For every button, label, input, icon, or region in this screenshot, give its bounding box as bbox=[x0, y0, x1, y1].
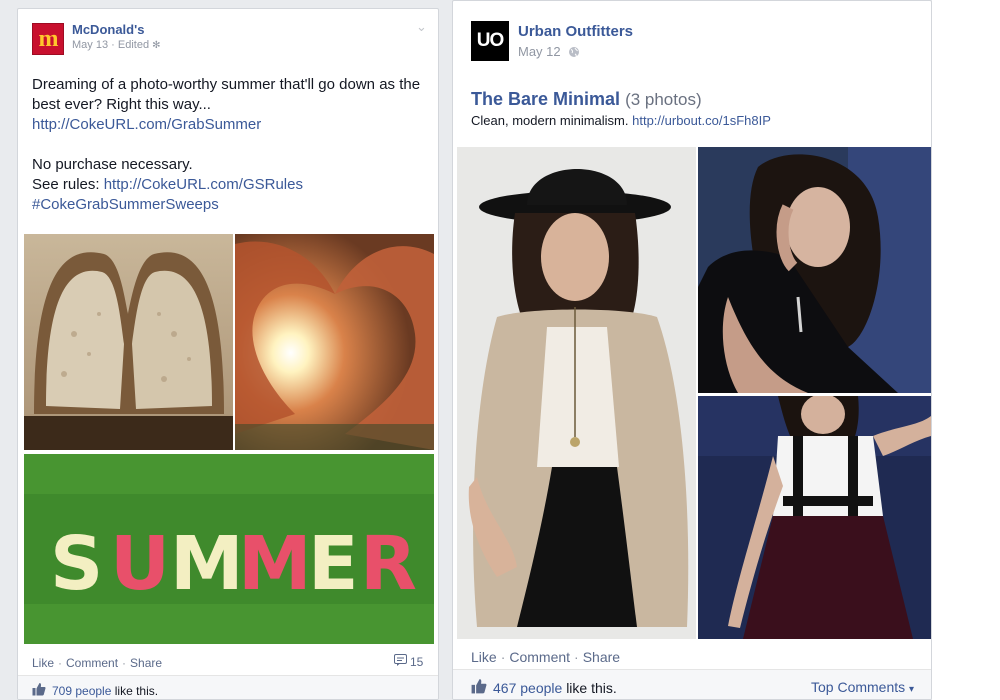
rules-link[interactable]: http://CokeURL.com/GSRules bbox=[104, 176, 303, 193]
avatar-logo: m bbox=[38, 26, 59, 52]
rules-label: See rules: bbox=[32, 176, 100, 193]
author-name[interactable]: Urban Outfitters bbox=[518, 23, 633, 40]
chevron-down-icon[interactable]: ⌄ bbox=[416, 19, 427, 35]
avatar-logo: UO bbox=[476, 30, 504, 51]
post-text-line: Dreaming of a photo-worthy summer that'l… bbox=[32, 76, 421, 113]
flower-letter-e: E bbox=[308, 521, 359, 607]
edited-label[interactable]: Edited bbox=[118, 39, 149, 51]
comment-count-value: 15 bbox=[410, 654, 424, 669]
flower-letter-m1: M bbox=[170, 521, 244, 607]
photo-dress-model[interactable] bbox=[698, 396, 931, 639]
album-title: The Bare Minimal (3 photos) bbox=[471, 89, 702, 110]
post-text: Dreaming of a photo-worthy summer that'l… bbox=[32, 75, 432, 215]
share-link[interactable]: Share bbox=[583, 649, 620, 665]
album-description-link[interactable]: http://urbout.co/1sFh8IP bbox=[632, 113, 771, 128]
thumbs-up-icon bbox=[32, 682, 46, 699]
action-separator: · bbox=[500, 649, 506, 665]
flower-letter-r: R bbox=[360, 521, 417, 607]
post-date[interactable]: May 12 bbox=[518, 44, 561, 59]
likes-bar: 709 people like this. bbox=[18, 675, 438, 699]
flower-letter-s: S bbox=[50, 521, 103, 607]
post-meta: May 13 · Edited ✻ bbox=[72, 39, 161, 51]
likes-suffix: like this. bbox=[114, 683, 159, 698]
likes-count[interactable]: 709 people bbox=[52, 684, 111, 698]
action-separator: · bbox=[574, 649, 579, 665]
avatar[interactable]: UO bbox=[471, 21, 509, 61]
feed-post-urban-outfitters: UO Urban Outfitters May 12 The Bare Mini… bbox=[452, 0, 932, 700]
share-link[interactable]: Share bbox=[130, 656, 162, 670]
album-description: Clean, modern minimalism. http://urbout.… bbox=[471, 113, 771, 128]
action-separator: · bbox=[122, 656, 127, 670]
flower-letter-u: U bbox=[110, 521, 170, 607]
likes-count[interactable]: 467 people bbox=[493, 680, 562, 696]
album-description-text: Clean, modern minimalism. bbox=[471, 113, 629, 128]
top-comments-dropdown[interactable]: Top Comments ▾ bbox=[811, 679, 914, 695]
likes-bar: 467 people like this. Top Comments ▾ bbox=[453, 669, 931, 699]
right-gutter bbox=[932, 0, 1000, 700]
comment-link[interactable]: Comment bbox=[66, 656, 118, 670]
post-text-line: No purchase necessary. bbox=[32, 156, 193, 173]
avatar[interactable]: m bbox=[32, 23, 64, 55]
post-meta: May 12 bbox=[518, 44, 580, 61]
likes-suffix: like this. bbox=[566, 679, 617, 696]
post-actions: Like · Comment · Share bbox=[471, 649, 620, 665]
action-separator: · bbox=[58, 656, 63, 670]
album-photo-count: (3 photos) bbox=[625, 90, 702, 109]
post-actions: Like · Comment · Share bbox=[32, 656, 162, 670]
post-link[interactable]: http://CokeURL.com/GrabSummer bbox=[32, 116, 261, 133]
hashtag-link[interactable]: #CokeGrabSummerSweeps bbox=[32, 196, 219, 213]
album-title-link[interactable]: The Bare Minimal bbox=[471, 89, 620, 109]
photo-sand-m[interactable] bbox=[24, 234, 233, 450]
post-date[interactable]: May 13 bbox=[72, 39, 108, 51]
like-link[interactable]: Like bbox=[471, 649, 497, 665]
photo-hat-model[interactable] bbox=[457, 147, 696, 639]
top-comments-label: Top Comments bbox=[811, 679, 906, 695]
flower-letter-m2: M bbox=[238, 521, 312, 607]
likes-summary: 709 people like this. bbox=[32, 682, 158, 699]
photo-summer-flowers[interactable]: S U M M E R bbox=[24, 454, 434, 644]
likes-summary: 467 people like this. bbox=[471, 678, 617, 697]
comment-link[interactable]: Comment bbox=[509, 649, 570, 665]
photo-dark-hair-model[interactable] bbox=[698, 147, 931, 393]
like-link[interactable]: Like bbox=[32, 656, 54, 670]
globe-icon bbox=[568, 46, 580, 61]
globe-icon: ✻ bbox=[152, 40, 161, 51]
thumbs-up-icon bbox=[471, 678, 487, 697]
photo-heart-hands[interactable] bbox=[235, 234, 434, 450]
author-name[interactable]: McDonald's bbox=[72, 22, 144, 37]
caret-down-icon: ▾ bbox=[909, 684, 915, 695]
feed-post-mcdonalds: m McDonald's May 13 · Edited ✻ ⌄ Dreamin… bbox=[17, 8, 439, 700]
meta-separator: · bbox=[111, 39, 118, 51]
comment-count[interactable]: 15 bbox=[394, 654, 423, 669]
comment-icon bbox=[394, 654, 407, 669]
